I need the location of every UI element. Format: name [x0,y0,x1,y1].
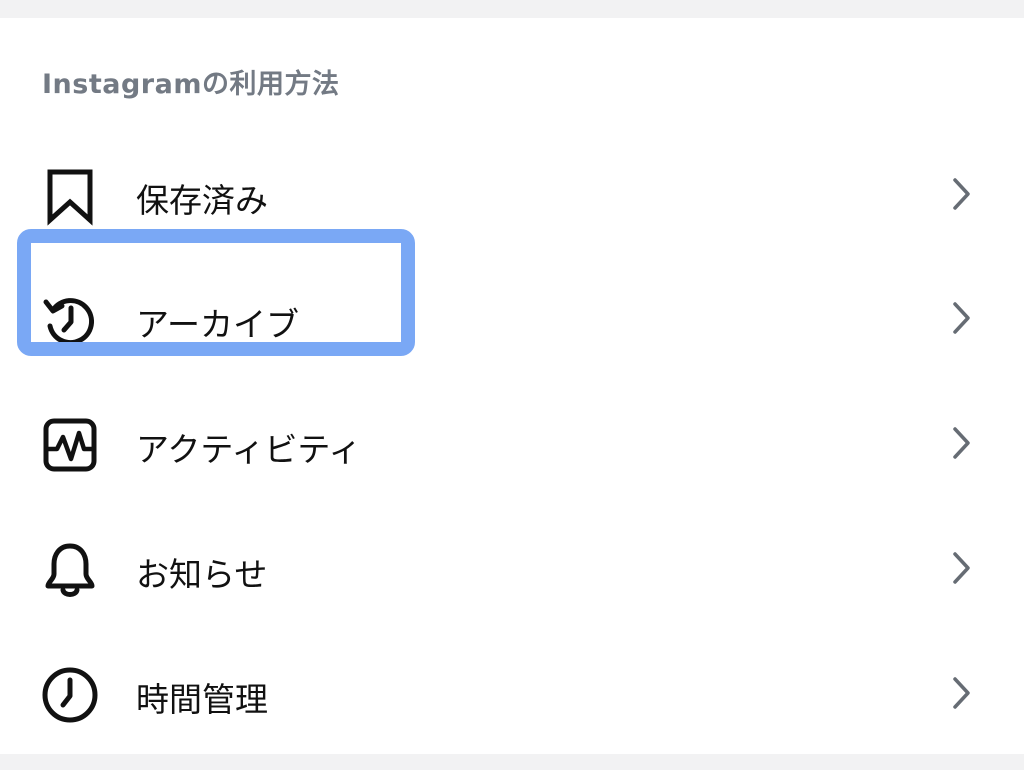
settings-panel: Instagramの利用方法 保存済み アーカイブ アクティビティ お知らせ 時… [0,18,1024,754]
menu-item-label: 保存済み [136,181,268,220]
menu-item-archive[interactable]: アーカイブ [0,268,1024,368]
chevron-right-icon [946,174,976,214]
menu-item-time-management[interactable]: 時間管理 [0,643,1024,743]
menu-item-label: 時間管理 [136,680,268,719]
clock-icon [40,665,100,725]
archive-history-icon [40,290,100,350]
menu-item-label: アクティビティ [136,430,362,469]
section-title: Instagramの利用方法 [42,69,340,100]
chevron-right-icon [946,298,976,338]
menu-item-label: アーカイブ [136,305,300,344]
activity-icon [40,415,100,475]
chevron-right-icon [946,673,976,713]
chevron-right-icon [946,548,976,588]
bell-icon [40,540,100,600]
menu-item-label: お知らせ [136,555,268,594]
menu-item-activity[interactable]: アクティビティ [0,393,1024,493]
chevron-right-icon [946,423,976,463]
bookmark-icon [40,166,100,226]
menu-item-notifications[interactable]: お知らせ [0,518,1024,618]
menu-item-saved[interactable]: 保存済み [0,144,1024,244]
